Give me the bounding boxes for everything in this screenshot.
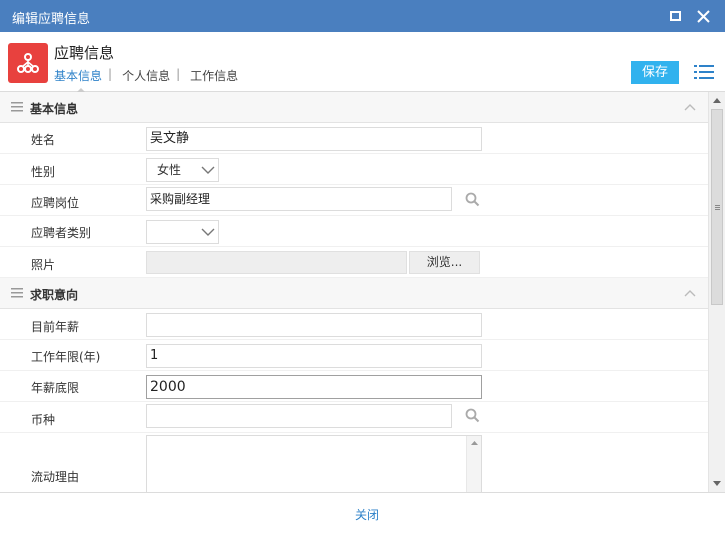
field-label: 工作年限(年) (31, 350, 101, 364)
row-min-salary: 年薪底限 2000 (0, 371, 708, 402)
chevron-down-icon (201, 228, 215, 236)
row-reason: 流动理由 (0, 433, 708, 492)
list-menu-icon[interactable] (694, 64, 714, 80)
close-icon (697, 10, 710, 23)
browse-button[interactable]: 浏览... (409, 251, 480, 274)
photo-path-field (146, 251, 407, 274)
content-scrollbar[interactable] (708, 92, 725, 492)
tab-separator: | (108, 67, 113, 81)
field-label: 性别 (31, 165, 56, 179)
min-salary-input[interactable]: 2000 (146, 375, 482, 399)
close-window-button[interactable] (694, 6, 714, 26)
app-icon (8, 43, 48, 83)
section-header-basic[interactable]: 基本信息 (0, 92, 708, 123)
field-label: 币种 (31, 413, 56, 427)
field-label: 应聘岗位 (31, 196, 80, 210)
applicant-type-select[interactable] (146, 220, 219, 244)
row-photo: 照片 浏览... (0, 247, 708, 278)
field-label: 姓名 (31, 133, 56, 147)
form-content: 基本信息 姓名 吴文静 性别 女性 应聘岗位 采购副经理 应聘者类别 照片 浏览… (0, 92, 708, 492)
org-chart-icon (17, 53, 39, 73)
row-years: 工作年限(年) 1 (0, 340, 708, 371)
scroll-up-icon[interactable] (709, 94, 725, 108)
row-currency: 币种 (0, 402, 708, 433)
current-salary-input[interactable] (146, 313, 482, 337)
search-icon[interactable] (465, 408, 480, 423)
row-applicant-type: 应聘者类别 (0, 216, 708, 247)
section-title: 求职意向 (30, 288, 79, 302)
field-label: 目前年薪 (31, 320, 80, 334)
window-title: 编辑应聘信息 (12, 12, 91, 27)
row-position: 应聘岗位 采购副经理 (0, 185, 708, 216)
name-input[interactable]: 吴文静 (146, 127, 482, 151)
form-footer: 关闭 (0, 492, 725, 533)
tab-work-info[interactable]: 工作信息 (190, 67, 244, 84)
scroll-up-icon (471, 441, 478, 445)
gender-value: 女性 (157, 163, 182, 177)
section-title: 基本信息 (30, 102, 79, 116)
years-input[interactable]: 1 (146, 344, 482, 368)
section-lines-icon (11, 102, 23, 112)
tab-personal-info[interactable]: 个人信息 (122, 67, 176, 84)
tab-separator: | (176, 67, 181, 81)
position-input[interactable]: 采购副经理 (146, 187, 452, 211)
row-current-salary: 目前年薪 (0, 309, 708, 340)
field-label: 流动理由 (31, 470, 80, 484)
textarea-scrollbar[interactable] (466, 436, 481, 492)
field-label: 照片 (31, 258, 56, 272)
form-header: 应聘信息 基本信息 | 个人信息 | 工作信息 保存 (0, 32, 725, 93)
page-title: 应聘信息 (54, 44, 115, 62)
search-icon[interactable] (465, 192, 480, 207)
reason-textarea[interactable] (146, 435, 482, 492)
row-gender: 性别 女性 (0, 154, 708, 185)
close-button[interactable]: 关闭 (355, 506, 379, 523)
section-lines-icon (11, 288, 23, 298)
scrollbar-thumb[interactable] (711, 109, 723, 305)
maximize-button[interactable] (666, 6, 686, 26)
scroll-down-icon[interactable] (709, 476, 725, 490)
chevron-up-icon[interactable] (684, 103, 696, 111)
row-name: 姓名 吴文静 (0, 123, 708, 154)
window-titlebar: 编辑应聘信息 (0, 0, 725, 32)
tab-basic-info[interactable]: 基本信息 (54, 67, 108, 84)
chevron-up-icon[interactable] (684, 289, 696, 297)
save-button[interactable]: 保存 (631, 61, 679, 84)
section-tabs: 基本信息 | 个人信息 | 工作信息 (54, 67, 244, 84)
section-header-intent[interactable]: 求职意向 (0, 278, 708, 309)
field-label: 应聘者类别 (31, 226, 92, 240)
chevron-down-icon (201, 166, 215, 174)
currency-input[interactable] (146, 404, 452, 428)
field-label: 年薪底限 (31, 381, 80, 395)
maximize-icon (670, 11, 681, 21)
gender-select[interactable]: 女性 (146, 158, 219, 182)
